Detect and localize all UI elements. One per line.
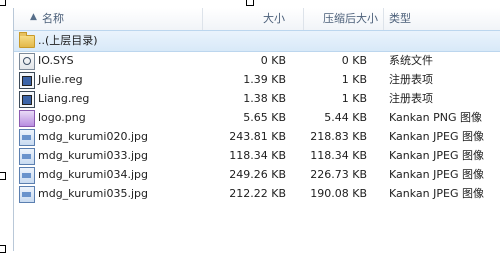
column-divider[interactable] <box>303 8 304 30</box>
file-name: mdg_kurumi020.jpg <box>38 130 148 143</box>
file-compressed-size: 1 KB <box>341 73 367 86</box>
file-row[interactable]: mdg_kurumi020.jpg 243.81 KB 218.83 KB Kanka… <box>14 127 500 146</box>
file-size: 118.34 KB <box>229 149 286 162</box>
file-row[interactable]: mdg_kurumi034.jpg 249.26 KB 226.73 KB Kanka… <box>14 165 500 184</box>
file-name: Julie.reg <box>38 73 83 86</box>
registry-file-icon <box>19 72 35 89</box>
archive-file-list: ▲ 名称 大小 压缩后大小 类型 ..(上层目录) IO.SYS 0 KB 0 KB… <box>0 0 500 253</box>
file-size: 249.26 KB <box>229 168 286 181</box>
file-compressed-size: 190.08 KB <box>310 187 367 200</box>
file-compressed-size: 226.73 KB <box>310 168 367 181</box>
file-type: Kankan JPEG 图像 <box>389 168 484 181</box>
jpeg-image-icon <box>19 167 35 184</box>
file-name: mdg_kurumi033.jpg <box>38 149 148 162</box>
column-header-size[interactable]: 大小 <box>203 8 285 30</box>
file-type: 系统文件 <box>389 54 433 67</box>
column-header-compressed-size[interactable]: 压缩后大小 <box>323 8 381 30</box>
file-type: Kankan JPEG 图像 <box>389 130 484 143</box>
file-size: 5.65 KB <box>243 111 286 124</box>
file-compressed-size: 1 KB <box>341 92 367 105</box>
file-size: 212.22 KB <box>229 187 286 200</box>
file-row[interactable]: Liang.reg 1.38 KB 1 KB 注册表项 <box>14 89 500 108</box>
file-name: mdg_kurumi034.jpg <box>38 168 148 181</box>
jpeg-image-icon <box>19 129 35 146</box>
file-type: 注册表项 <box>389 73 433 86</box>
resize-handle-middle-left[interactable] <box>0 172 6 180</box>
resize-handle-top-middle[interactable] <box>246 0 254 6</box>
file-type: Kankan PNG 图像 <box>389 111 483 124</box>
file-row[interactable]: logo.png 5.65 KB 5.44 KB Kankan PNG 图像 <box>14 108 500 127</box>
column-header-name[interactable]: 名称 <box>42 8 192 30</box>
file-name: IO.SYS <box>38 54 74 67</box>
sort-ascending-icon: ▲ <box>30 12 37 22</box>
file-type: Kankan JPEG 图像 <box>389 187 484 200</box>
file-size: 1.38 KB <box>243 92 286 105</box>
file-row[interactable]: Julie.reg 1.39 KB 1 KB 注册表项 <box>14 70 500 89</box>
file-row[interactable]: IO.SYS 0 KB 0 KB 系统文件 <box>14 51 500 70</box>
file-name: Liang.reg <box>38 92 90 105</box>
file-name: mdg_kurumi035.jpg <box>38 187 148 200</box>
jpeg-image-icon <box>19 186 35 203</box>
file-size: 243.81 KB <box>229 130 286 143</box>
resize-handle-bottom-left[interactable] <box>0 245 6 253</box>
file-row[interactable]: mdg_kurumi033.jpg 118.34 KB 118.34 KB Kanka… <box>14 146 500 165</box>
folder-icon <box>19 32 35 48</box>
parent-folder-label: ..(上层目录) <box>38 34 98 47</box>
file-size: 0 KB <box>260 54 286 67</box>
file-compressed-size: 0 KB <box>341 54 367 67</box>
jpeg-image-icon <box>19 148 35 165</box>
column-header-type[interactable]: 类型 <box>389 8 489 30</box>
file-compressed-size: 5.44 KB <box>324 111 367 124</box>
file-type: 注册表项 <box>389 92 433 105</box>
png-image-icon <box>19 110 35 127</box>
parent-folder-row[interactable]: ..(上层目录) <box>14 30 500 52</box>
column-divider[interactable] <box>383 8 384 30</box>
file-row[interactable]: mdg_kurumi035.jpg 212.22 KB 190.08 KB Kanka… <box>14 184 500 203</box>
file-type: Kankan JPEG 图像 <box>389 149 484 162</box>
registry-file-icon <box>19 91 35 108</box>
file-compressed-size: 218.83 KB <box>310 130 367 143</box>
column-header-bar: ▲ 名称 大小 压缩后大小 类型 <box>14 8 500 31</box>
file-compressed-size: 118.34 KB <box>310 149 367 162</box>
file-name: logo.png <box>38 111 86 124</box>
resize-handle-top-left[interactable] <box>0 0 6 6</box>
file-size: 1.39 KB <box>243 73 286 86</box>
system-file-icon <box>19 53 35 70</box>
